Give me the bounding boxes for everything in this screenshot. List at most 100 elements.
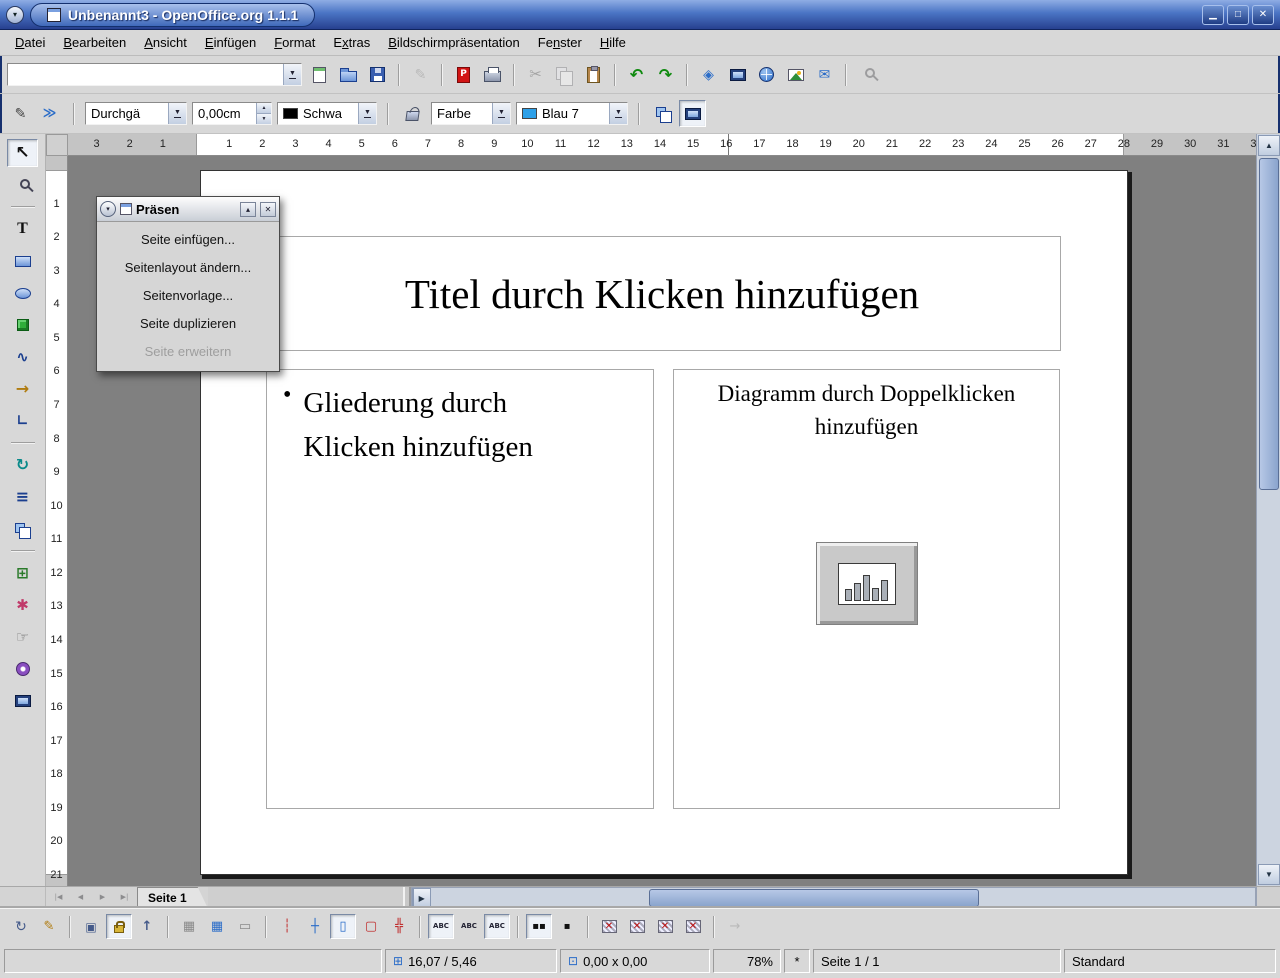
lines-arrows-tool-button[interactable]: → — [7, 375, 38, 403]
ruler-corner[interactable] — [46, 134, 68, 156]
workspace[interactable]: Titel durch Klicken hinzufügen •Gliederu… — [68, 156, 1256, 886]
quick-edit-button[interactable]: ABC — [428, 914, 454, 939]
print-file-button[interactable] — [479, 61, 506, 88]
palette-item-3[interactable]: Seitenvorlage... — [97, 281, 279, 309]
enter-group-button[interactable]: ▣ — [78, 914, 104, 939]
guides-visible-button[interactable]: ▭ — [232, 914, 258, 939]
stylist-button[interactable] — [724, 61, 751, 88]
menu-format[interactable]: Format — [265, 32, 324, 53]
undo-button[interactable]: ↶ — [623, 61, 650, 88]
hyperlink-dialog-button[interactable] — [753, 61, 780, 88]
vertical-scrollbar[interactable]: ▲ ▼ — [1256, 134, 1280, 886]
maximize-button[interactable]: □ — [1227, 5, 1249, 25]
palette-close-button[interactable]: ✕ — [260, 202, 276, 217]
palette-menu-button[interactable]: ▾ — [100, 201, 116, 217]
scroll-up-button[interactable]: ▲ — [1258, 135, 1280, 156]
window-menu-button[interactable]: ▾ — [6, 6, 24, 24]
ellipse-tool-button[interactable] — [7, 279, 38, 307]
palette-item-2[interactable]: Seitenlayout ändern... — [97, 253, 279, 281]
menu-ansicht[interactable]: Ansicht — [135, 32, 196, 53]
page-tab[interactable]: Seite 1 — [137, 887, 208, 908]
status-cursor-position[interactable]: ⊞ 16,07 / 5,46 — [385, 949, 557, 973]
text-placeholder-button[interactable]: ✕ — [652, 914, 678, 939]
glue-points-button[interactable]: ≫ — [36, 100, 63, 127]
horizontal-scrollbar-thumb[interactable] — [649, 889, 979, 907]
palette-item-1[interactable]: Seite einfügen... — [97, 225, 279, 253]
line-color-dropdown-button[interactable]: ▼ — [358, 103, 376, 124]
line-contour-button[interactable]: ✕ — [680, 914, 706, 939]
rotate-tool-button[interactable]: ↻ — [7, 451, 38, 479]
objects-3d-tool-button[interactable] — [7, 311, 38, 339]
url-input[interactable] — [8, 64, 283, 85]
minimize-button[interactable]: ▁ — [1202, 5, 1224, 25]
snap-to-guides-button[interactable]: ┼ — [302, 914, 328, 939]
title-placeholder[interactable]: Titel durch Klicken hinzufügen — [263, 236, 1061, 351]
url-dropdown-button[interactable]: ▼ — [283, 64, 301, 85]
connector-tool-button[interactable]: ∟ — [7, 407, 38, 435]
line-width-down-button[interactable]: ▼ — [256, 113, 271, 124]
scroll-down-button[interactable]: ▼ — [1258, 864, 1280, 885]
view-splitter[interactable] — [403, 887, 411, 908]
exit-all-groups-button[interactable]: ▪ — [554, 914, 580, 939]
animation-tool-button[interactable] — [7, 655, 38, 683]
line-width-up-button[interactable]: ▲ — [256, 103, 271, 113]
title-bar[interactable]: ▾ Unbenannt3 - OpenOffice.org 1.1.1 ▁ □ … — [0, 0, 1280, 30]
rotation-mode-button[interactable]: ↻ — [8, 914, 34, 939]
snap-to-grid-button[interactable]: ▦ — [204, 914, 230, 939]
grid-visible-button[interactable]: ▦ — [176, 914, 202, 939]
alignment-tool-button[interactable]: ≡ — [7, 483, 38, 511]
fill-color-dropdown-button[interactable]: ▼ — [609, 103, 627, 124]
snap-to-points-button[interactable]: ╬ — [386, 914, 412, 939]
gallery-button[interactable] — [782, 61, 809, 88]
status-page-template[interactable]: Standard — [1064, 949, 1276, 973]
vertical-scrollbar-thumb[interactable] — [1259, 158, 1279, 490]
arrange-tool-button[interactable] — [7, 515, 38, 543]
outline-placeholder[interactable]: •Gliederung durch Klicken hinzufügen — [266, 369, 654, 809]
chart-placeholder[interactable]: Diagramm durch Doppelklicken hinzufügen — [673, 369, 1060, 809]
snap-to-margins-button[interactable]: ▯ — [330, 914, 356, 939]
contour-mode-button[interactable]: ✕ — [624, 914, 650, 939]
select-text-area-button[interactable]: ABC — [456, 914, 482, 939]
presentation-box-button[interactable] — [679, 100, 706, 127]
close-button[interactable]: ✕ — [1252, 5, 1274, 25]
palette-rollup-button[interactable]: ▴ — [240, 202, 256, 217]
text-tool-button[interactable]: T — [7, 215, 38, 243]
shadow-button[interactable] — [650, 100, 677, 127]
exit-group-button[interactable]: ↑ — [134, 914, 160, 939]
slide[interactable]: Titel durch Klicken hinzufügen •Gliederu… — [200, 170, 1128, 875]
protect-position-button[interactable] — [106, 914, 132, 939]
snap-lines-button[interactable]: ┆ — [274, 914, 300, 939]
paste-button[interactable] — [580, 61, 607, 88]
scroll-right-button[interactable]: ▶ — [413, 888, 431, 908]
snap-to-border-button[interactable]: ▢ — [358, 914, 384, 939]
menu-fenster[interactable]: Fenster — [529, 32, 591, 53]
new-document-button[interactable] — [306, 61, 333, 88]
navigator-button[interactable]: ◈ — [695, 61, 722, 88]
horizontal-scrollbar[interactable]: ◀ ▶ — [411, 887, 1256, 908]
save-document-button[interactable] — [364, 61, 391, 88]
create-with-attributes-button[interactable]: ▪▪ — [526, 914, 552, 939]
horizontal-ruler[interactable]: 3211234567891011121314151617181920212223… — [68, 134, 1256, 156]
vertical-ruler[interactable]: 123456789101112131415161718192021 — [46, 156, 68, 886]
interaction-tool-button[interactable]: ☞ — [7, 623, 38, 651]
send-mail-button[interactable]: ✉ — [811, 61, 838, 88]
menu-einfgen[interactable]: Einfügen — [196, 32, 265, 53]
export-pdf-button[interactable]: P — [450, 61, 477, 88]
insert-tool-button[interactable]: ⊞ — [7, 559, 38, 587]
menu-hilfe[interactable]: Hilfe — [591, 32, 635, 53]
line-style-dropdown-button[interactable]: ▼ — [168, 103, 186, 124]
zoom-tool-button[interactable] — [7, 171, 38, 199]
palette-title-bar[interactable]: ▾ Präsen ▴ ✕ — [97, 197, 279, 222]
select-button[interactable]: ↖ — [7, 139, 38, 167]
presentation-object-tool-button[interactable] — [7, 687, 38, 715]
menu-bearbeiten[interactable]: Bearbeiten — [54, 32, 135, 53]
edit-glue-points-button[interactable]: ✎ — [36, 914, 62, 939]
menu-extras[interactable]: Extras — [324, 32, 379, 53]
menu-datei[interactable]: Datei — [6, 32, 54, 53]
edit-points-button[interactable]: ✎ — [7, 100, 34, 127]
double-click-edit-text-button[interactable]: ABC — [484, 914, 510, 939]
status-page[interactable]: Seite 1 / 1 — [813, 949, 1061, 973]
fill-can-button[interactable] — [399, 100, 426, 127]
menu-bildschirmprsentation[interactable]: Bildschirmpräsentation — [379, 32, 529, 53]
curve-tool-button[interactable]: ∿ — [7, 343, 38, 371]
